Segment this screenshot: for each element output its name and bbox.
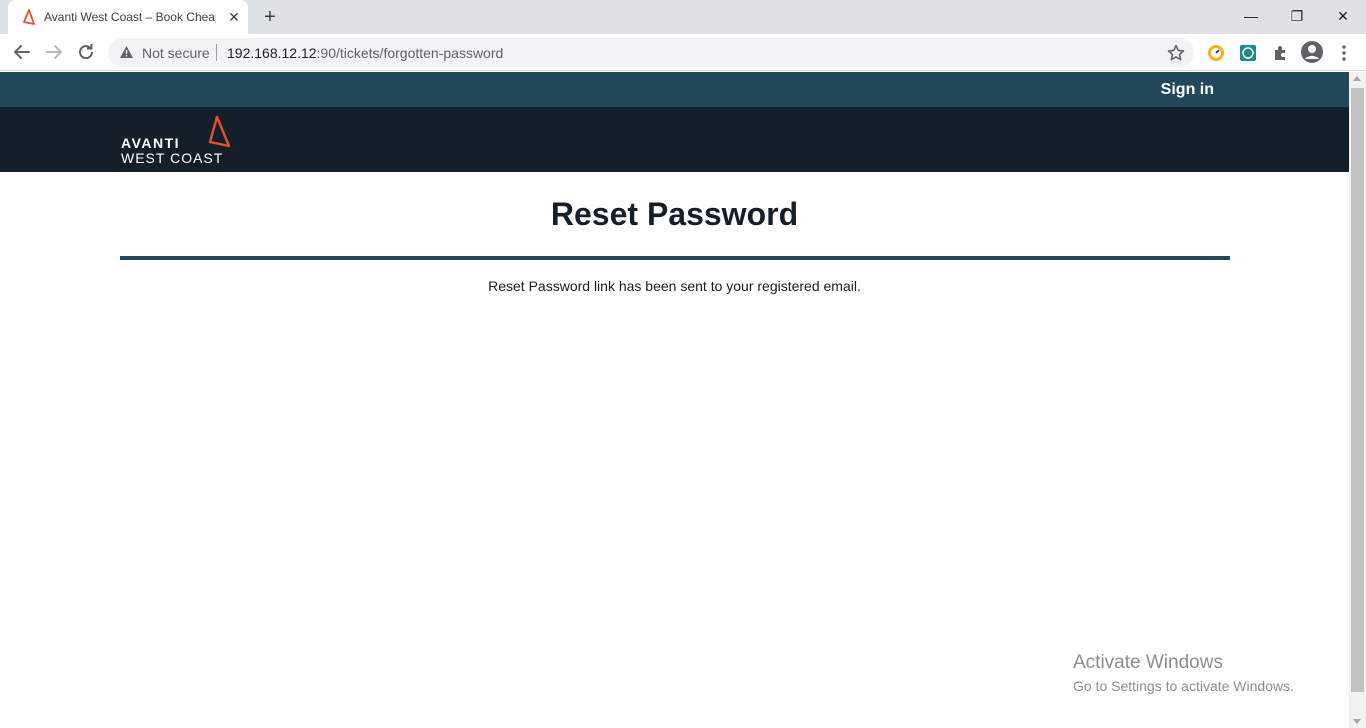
logo-triangle-icon xyxy=(208,115,231,148)
title-divider xyxy=(120,256,1230,260)
watermark-subtitle: Go to Settings to activate Windows. xyxy=(1073,678,1294,694)
site-header: AVANTI WEST COAST xyxy=(0,107,1349,172)
scroll-up-icon[interactable] xyxy=(1353,76,1361,81)
sign-in-link[interactable]: Sign in xyxy=(1161,81,1214,99)
page-viewport: Sign in AVANTI WEST COAST Reset Password… xyxy=(0,72,1349,728)
address-bar[interactable]: Not secure 192.168.12.12:90/tickets/forg… xyxy=(108,38,1194,67)
scroll-down-icon[interactable] xyxy=(1353,719,1361,724)
kebab-menu-icon[interactable] xyxy=(1336,42,1352,64)
confirmation-message: Reset Password link has been sent to you… xyxy=(488,278,861,294)
maximize-button[interactable]: ❐ xyxy=(1282,4,1312,28)
logo-line-1: AVANTI xyxy=(121,135,181,151)
speed-extension-icon[interactable] xyxy=(1205,42,1227,64)
vertical-scrollbar[interactable] xyxy=(1349,72,1366,728)
watermark-title: Activate Windows xyxy=(1073,652,1223,673)
tab-close-icon[interactable]: ✕ xyxy=(226,9,242,25)
star-icon[interactable] xyxy=(1166,43,1186,63)
profile-avatar-icon[interactable] xyxy=(1300,40,1324,64)
page-title: Reset Password xyxy=(550,196,799,232)
browser-toolbar: Not secure 192.168.12.12:90/tickets/forg… xyxy=(0,34,1366,71)
avanti-logo[interactable]: AVANTI WEST COAST xyxy=(120,115,235,167)
browser-tab[interactable]: Avanti West Coast – Book Cheap ✕ xyxy=(8,0,248,34)
tab-title: Avanti West Coast – Book Cheap xyxy=(44,10,216,24)
windows-activation-watermark: Activate Windows Go to Settings to activ… xyxy=(1073,652,1294,696)
url-path: :90/tickets/forgotten-password xyxy=(316,45,504,61)
url-text[interactable]: 192.168.12.12:90/tickets/forgotten-passw… xyxy=(227,45,503,61)
url-host: 192.168.12.12 xyxy=(227,45,317,61)
new-tab-button[interactable]: + xyxy=(258,6,282,28)
puzzle-extensions-icon[interactable] xyxy=(1269,42,1291,64)
scrollbar-thumb[interactable] xyxy=(1351,88,1364,692)
logo-line-2: WEST COAST xyxy=(121,150,224,166)
back-icon[interactable] xyxy=(10,40,34,64)
browser-tab-strip: Avanti West Coast – Book Cheap ✕ + — ❐ ✕ xyxy=(0,0,1366,34)
warning-icon xyxy=(120,46,133,58)
site-top-bar: Sign in xyxy=(0,72,1349,107)
omnibox-divider xyxy=(216,44,217,61)
avanti-favicon-icon xyxy=(23,9,35,25)
forward-icon[interactable] xyxy=(42,40,66,64)
reload-icon[interactable] xyxy=(74,40,98,64)
green-extension-icon[interactable] xyxy=(1237,42,1259,64)
minimize-button[interactable]: — xyxy=(1236,4,1266,28)
close-window-button[interactable]: ✕ xyxy=(1328,4,1358,28)
security-label[interactable]: Not secure xyxy=(142,45,210,61)
